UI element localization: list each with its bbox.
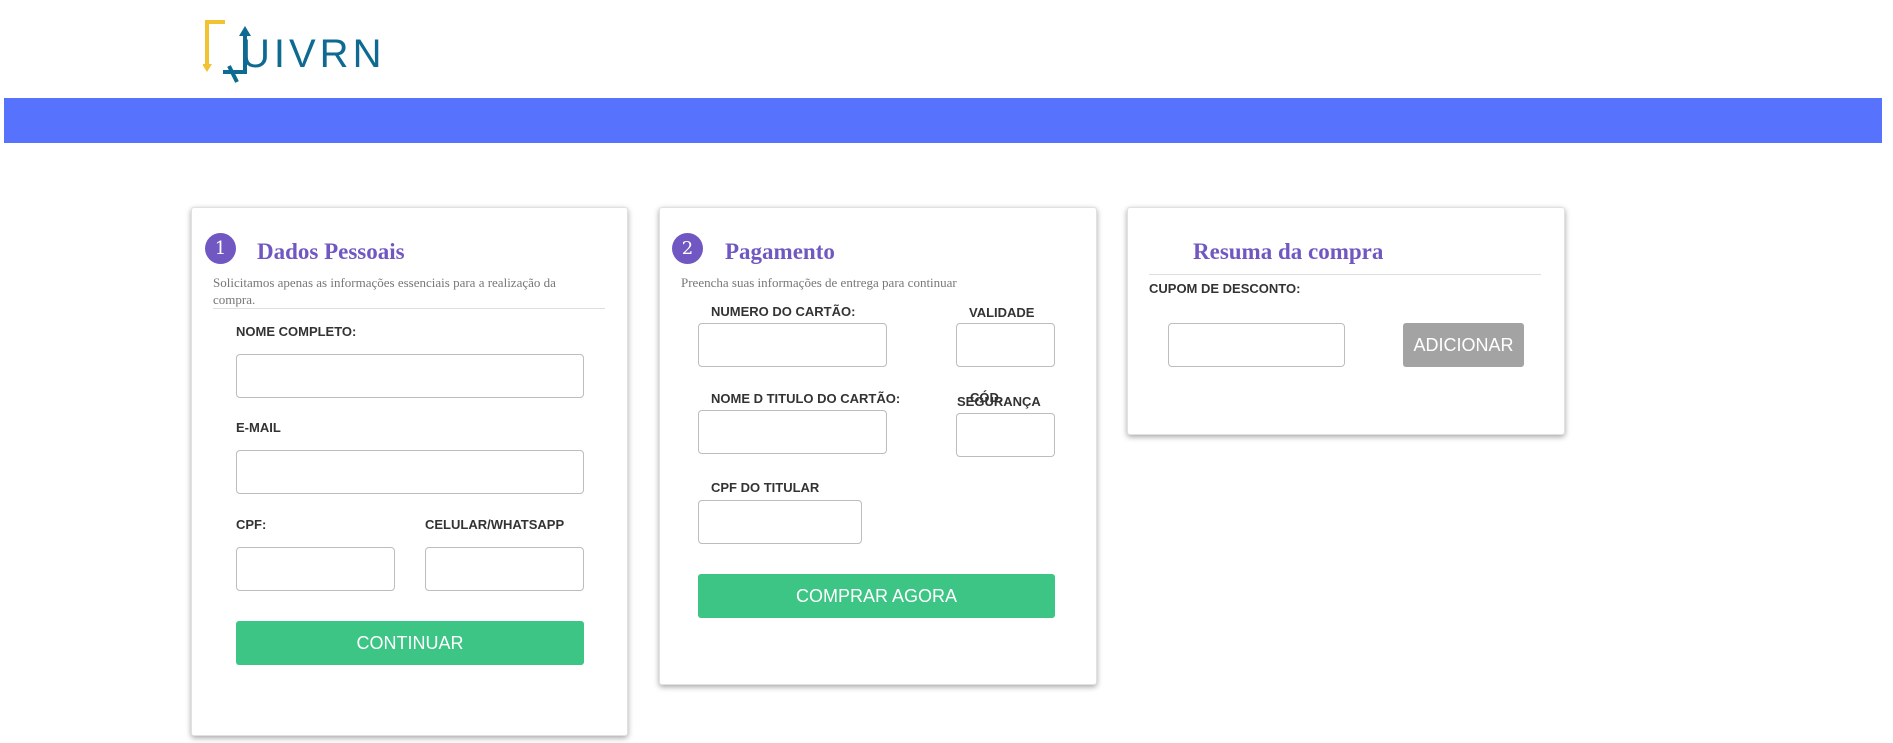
full-name-label: NOME COMPLETO: [236, 324, 357, 339]
holder-cpf-label: CPF DO TITULAR [711, 480, 820, 495]
validity-input[interactable] [956, 323, 1055, 367]
header-banner [4, 98, 1882, 143]
cpf-input[interactable] [236, 547, 395, 591]
brand-logo[interactable]: UIVRN [203, 20, 381, 86]
card-title: Pagamento [725, 239, 835, 264]
holder-name-input[interactable] [698, 410, 887, 454]
personal-data-card: 1 Dados Pessoais Solicitamos apenas as i… [191, 207, 628, 736]
email-label: E-MAIL [236, 420, 281, 435]
holder-cpf-input[interactable] [698, 500, 862, 544]
divider [1149, 274, 1541, 275]
buy-now-button[interactable]: COMPRAR AGORA [698, 574, 1055, 618]
card-title: Dados Pessoais [257, 239, 405, 264]
card-subtitle: Preencha suas informações de entrega par… [681, 275, 957, 290]
full-name-input[interactable] [236, 354, 584, 398]
security-code-label: SEGURANÇA [957, 394, 1041, 409]
phone-input[interactable] [425, 547, 584, 591]
card-number-label: NUMERO DO CARTÃO: [711, 304, 856, 319]
step-number-badge: 1 [205, 233, 236, 264]
validity-label: VALIDADE [969, 305, 1035, 320]
payment-card: 2 Pagamento Preencha suas informações de… [659, 207, 1097, 685]
card-subtitle: Solicitamos apenas as informações essenc… [213, 275, 556, 307]
security-code-input[interactable] [956, 413, 1055, 457]
phone-label: CELULAR/WHATSAPP [425, 517, 565, 532]
holder-name-label: NOME D TITULO DO CARTÃO: [711, 391, 901, 406]
step-number-badge: 2 [672, 233, 703, 264]
card-number-input[interactable] [698, 323, 887, 367]
email-input[interactable] [236, 450, 584, 494]
logo-text: UIVRN [241, 32, 386, 76]
cpf-label: CPF: [236, 517, 267, 532]
card-title: Resuma da compra [1193, 239, 1384, 264]
continue-button[interactable]: CONTINUAR [236, 621, 584, 665]
order-summary-card: Resuma da compra CUPOM DE DESCONTO: ADIC… [1127, 207, 1565, 435]
divider [213, 308, 605, 309]
coupon-label: CUPOM DE DESCONTO: [1149, 281, 1301, 296]
coupon-input[interactable] [1168, 323, 1345, 367]
add-coupon-button[interactable]: ADICIONAR [1403, 323, 1524, 367]
